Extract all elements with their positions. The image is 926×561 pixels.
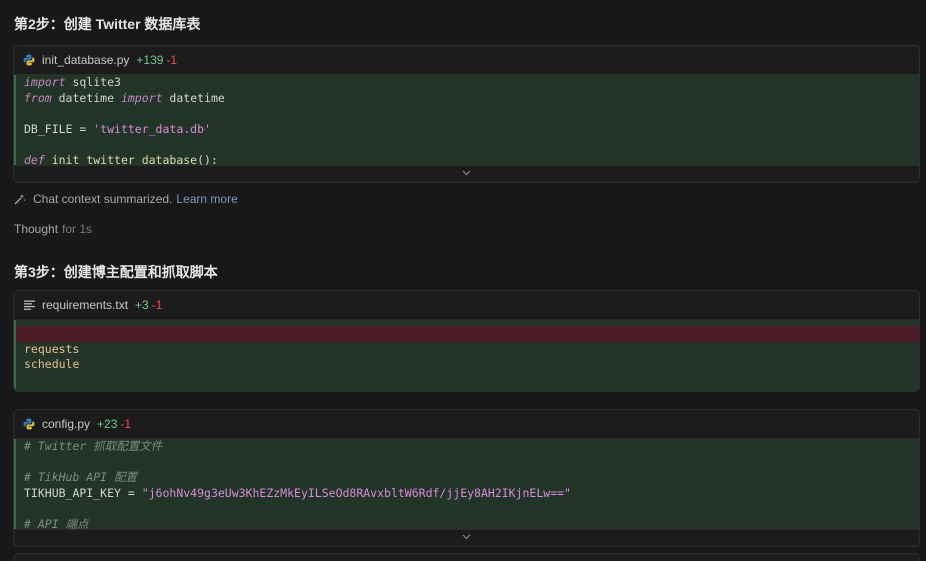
thought-row[interactable]: Thought for 1s xyxy=(14,222,92,236)
code-body[interactable]: # Twitter 抓取配置文件 # TikHub API 配置 TIKHUB_… xyxy=(14,439,919,529)
code-line: def init_twitter_database(): xyxy=(24,152,218,165)
file-header[interactable]: config.py +23 -1 xyxy=(14,410,919,439)
code-line: # TikHub API 配置 xyxy=(24,470,138,485)
expand-button[interactable] xyxy=(14,529,919,544)
lines-added: +139 xyxy=(136,53,164,67)
file-name: init_database.py xyxy=(42,53,130,67)
lines-removed: -1 xyxy=(166,53,178,67)
lines-added: +3 xyxy=(135,298,149,312)
chevron-down-icon xyxy=(462,168,471,178)
expand-button[interactable] xyxy=(14,165,919,180)
code-card-init-database: init_database.py +139 -1 import sqlite3 … xyxy=(13,45,920,183)
code-card-next xyxy=(13,553,920,561)
code-line: DB_FILE = 'twitter_data.db' xyxy=(24,121,211,136)
code-line: import sqlite3 xyxy=(24,75,121,89)
code-line: # Twitter 抓取配置文件 xyxy=(24,439,163,453)
chat-panel: 第2步：创建 Twitter 数据库表 init_database.py +13… xyxy=(0,0,926,561)
file-name: config.py xyxy=(42,417,91,431)
code-line: TIKHUB_API_KEY = "j6ohNv49g3eUw3KhEZzMkE… xyxy=(24,485,571,500)
lines-added: +23 xyxy=(97,417,118,431)
lines-removed: -1 xyxy=(120,417,132,431)
thought-duration: for 1s xyxy=(62,222,93,236)
chat-context-row: Chat context summarized. Learn more xyxy=(14,192,238,206)
summarize-icon xyxy=(14,193,26,205)
thought-label: Thought xyxy=(14,222,59,236)
learn-more-link[interactable]: Learn more xyxy=(176,192,237,206)
file-header[interactable]: requirements.txt +3 -1 xyxy=(14,291,919,320)
python-file-icon xyxy=(22,417,36,431)
step2-heading: 第2步：创建 Twitter 数据库表 xyxy=(14,16,201,32)
file-name: requirements.txt xyxy=(42,298,129,312)
step3-heading: 第3步：创建博主配置和抓取脚本 xyxy=(14,264,218,280)
removed-line xyxy=(16,326,919,342)
chevron-down-icon xyxy=(462,532,471,542)
code-line: from datetime import datetime xyxy=(24,90,225,105)
chat-context-text: Chat context summarized. xyxy=(33,192,173,206)
code-line: schedule xyxy=(24,357,80,372)
file-header[interactable]: init_database.py +139 -1 xyxy=(14,46,919,75)
code-body[interactable]: requests schedule xyxy=(14,320,919,391)
code-card-config: config.py +23 -1 # Twitter 抓取配置文件 # TikH… xyxy=(13,409,920,547)
text-file-icon xyxy=(22,298,36,312)
lines-removed: -1 xyxy=(151,298,163,312)
code-line: # API 端点 xyxy=(24,516,89,529)
code-body[interactable]: import sqlite3 from datetime import date… xyxy=(14,75,919,165)
code-line: requests xyxy=(24,341,80,356)
python-file-icon xyxy=(22,53,36,67)
code-card-requirements: requirements.txt +3 -1 requests schedule xyxy=(13,290,920,392)
